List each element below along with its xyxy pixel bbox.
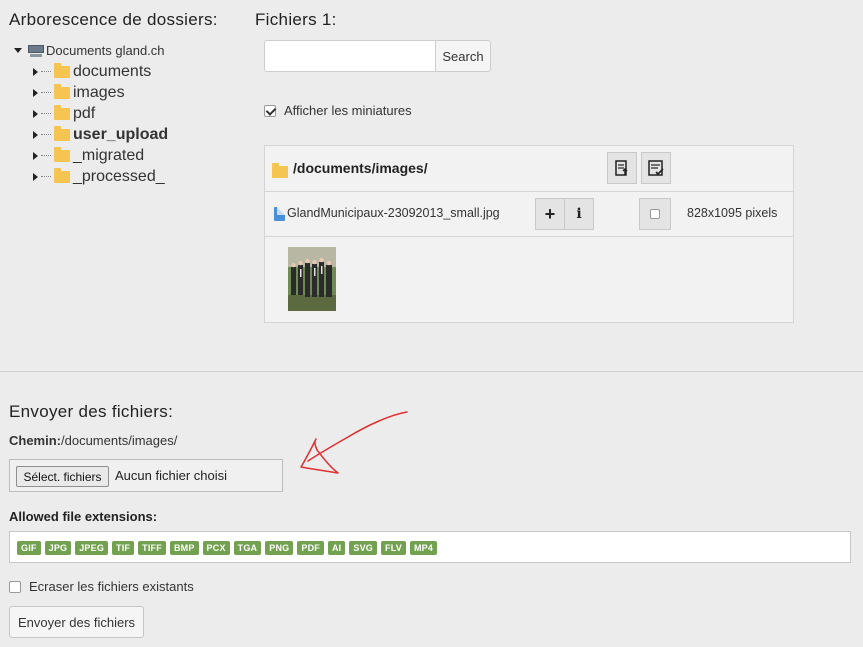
file-select-button[interactable]: [639, 198, 671, 230]
upload-path: Chemin:/documents/images/: [9, 433, 177, 448]
tree-connector: [41, 113, 51, 114]
tree-connector: [41, 155, 51, 156]
tree-item[interactable]: _migrated: [33, 145, 144, 166]
overwrite-checkbox[interactable]: [9, 580, 21, 593]
files-heading: Fichiers 1:: [255, 10, 337, 29]
folder-icon: [54, 83, 70, 99]
upload-heading: Envoyer des fichiers:: [9, 402, 174, 421]
thumbnail-image: [288, 247, 336, 311]
extensions-list: GIF JPG JPEG TIF TIFF BMP PCX TGA PNG PDF AI SVG FLV…: [17, 541, 438, 555]
extension-badge: SVG: [349, 541, 377, 555]
image-file-icon: [274, 207, 285, 221]
tree-root-label[interactable]: Documents gland.ch: [46, 43, 165, 58]
overwrite-label: Ecraser les fichiers existants: [29, 579, 194, 594]
file-dimensions: 828x1095 pixels: [687, 206, 778, 220]
file-name[interactable]: GlandMunicipaux-23092013_small.jpg: [287, 206, 500, 220]
tree-item-label[interactable]: documents: [73, 63, 151, 81]
folder-icon: [272, 163, 288, 178]
info-icon-button[interactable]: i: [564, 198, 594, 230]
tree-item-label[interactable]: pdf: [73, 105, 95, 123]
send-files-button[interactable]: Envoyer des fichiers: [9, 606, 144, 638]
chevron-right-icon[interactable]: [33, 88, 38, 97]
extension-badge: GIF: [17, 541, 41, 555]
extension-badge: PDF: [297, 541, 324, 555]
thumbnails-label: Afficher les miniatures: [284, 103, 412, 118]
extension-badge: TIFF: [138, 541, 166, 555]
image-thumbnail[interactable]: [288, 247, 336, 311]
search-button[interactable]: Search: [435, 40, 491, 72]
chevron-right-icon[interactable]: [33, 67, 38, 76]
extension-badge: AI: [327, 541, 346, 555]
extensions-label: Allowed file extensions:: [9, 509, 158, 524]
extension-badge: PNG: [265, 541, 294, 555]
drive-icon: [28, 44, 44, 57]
tree-item-label[interactable]: _processed_: [73, 168, 165, 186]
annotation-arrow: [300, 411, 408, 474]
tree-item[interactable]: images: [33, 82, 125, 103]
extension-badge: BMP: [169, 541, 199, 555]
upload-path-value: /documents/images/: [61, 433, 178, 448]
extension-badge: JPEG: [75, 541, 109, 555]
file-picker[interactable]: Sélect. fichiers Aucun fichier choisi: [9, 459, 283, 492]
chevron-right-icon[interactable]: [33, 109, 38, 118]
paste-icon-button[interactable]: [607, 152, 637, 184]
checklist-icon: [648, 160, 664, 176]
file-list-header: /documents/images/: [265, 146, 793, 192]
section-divider: [0, 371, 863, 372]
folder-icon: [54, 125, 70, 141]
extension-badge: MP4: [409, 541, 438, 555]
tree-item-label[interactable]: user_upload: [73, 126, 168, 144]
paste-icon: [615, 160, 628, 176]
chevron-right-icon[interactable]: [33, 172, 38, 181]
tree-connector: [41, 92, 51, 93]
choose-files-button[interactable]: Sélect. fichiers: [16, 466, 109, 487]
current-path: /documents/images/: [293, 160, 428, 176]
no-file-chosen-text: Aucun fichier choisi: [115, 468, 227, 483]
tree-item-label[interactable]: images: [73, 84, 125, 102]
folder-tree-heading: Arborescence de dossiers:: [9, 10, 218, 29]
folder-icon: [54, 146, 70, 162]
tree-connector: [41, 71, 51, 72]
extension-badge: PCX: [202, 541, 230, 555]
add-icon-button[interactable]: +: [535, 198, 565, 230]
select-all-button[interactable]: [641, 152, 671, 184]
extension-badge: TIF: [112, 541, 135, 555]
tree-item-label[interactable]: _migrated: [73, 147, 144, 165]
tree-item[interactable]: pdf: [33, 103, 95, 124]
folder-icon: [54, 62, 70, 78]
chevron-down-icon[interactable]: [14, 48, 22, 53]
extension-badge: FLV: [381, 541, 406, 555]
upload-path-label: Chemin:: [9, 433, 61, 448]
folder-icon: [54, 104, 70, 120]
tree-item[interactable]: user_upload: [33, 124, 168, 145]
extensions-box: GIF JPG JPEG TIF TIFF BMP PCX TGA PNG PDF AI SVG FLV…: [9, 531, 851, 563]
tree-connector: [41, 176, 51, 177]
tree-connector: [41, 134, 51, 135]
tree-root[interactable]: Documents gland.ch: [14, 40, 165, 61]
overwrite-toggle[interactable]: Ecraser les fichiers existants: [9, 579, 194, 594]
file-list-panel: /documents/images/ GlandMunicipaux-23092…: [264, 145, 794, 323]
chevron-right-icon[interactable]: [33, 151, 38, 160]
extension-badge: JPG: [44, 541, 72, 555]
search-input[interactable]: [264, 40, 436, 72]
thumbnails-toggle[interactable]: Afficher les miniatures: [264, 103, 412, 118]
chevron-right-icon[interactable]: [33, 130, 38, 139]
folder-icon: [54, 167, 70, 183]
file-select-checkbox[interactable]: [650, 209, 660, 219]
thumbnails-checkbox[interactable]: [264, 104, 276, 117]
tree-item[interactable]: documents: [33, 61, 151, 82]
file-row[interactable]: GlandMunicipaux-23092013_small.jpg + i 8…: [265, 192, 793, 237]
extension-badge: TGA: [233, 541, 262, 555]
tree-item[interactable]: _processed_: [33, 166, 165, 187]
